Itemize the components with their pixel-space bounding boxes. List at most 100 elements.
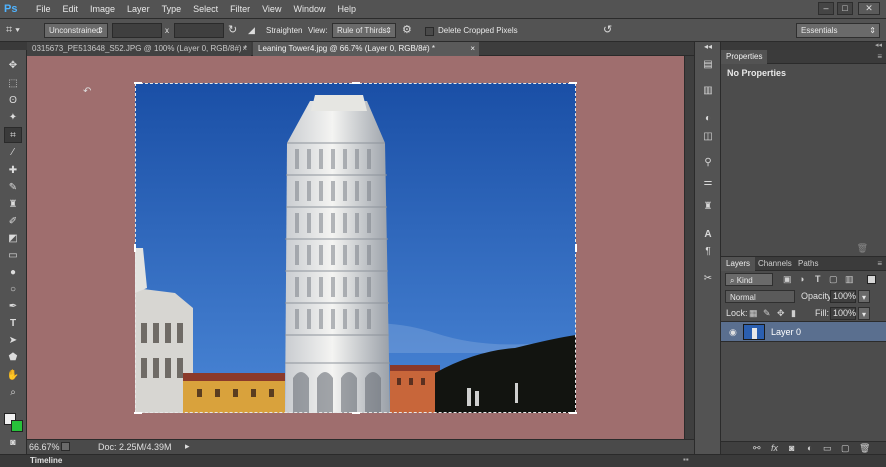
tab-document-1[interactable]: 0315673_PE513648_S52.JPG @ 100% (Layer 0…	[27, 42, 251, 56]
delete-cropped-checkbox[interactable]	[425, 27, 434, 36]
menu-filter[interactable]: Filter	[224, 0, 256, 19]
pen-tool-icon[interactable]: ✒	[4, 299, 22, 315]
straighten-label[interactable]: Straighten	[266, 23, 302, 38]
zoom-level[interactable]: 66.67%	[29, 442, 60, 452]
menu-image[interactable]: Image	[84, 0, 121, 19]
clear-ratio-icon[interactable]: ↻	[228, 23, 242, 38]
workspace-select[interactable]: Essentials ⇕	[796, 23, 880, 38]
crop-handle-top-left[interactable]	[134, 82, 142, 84]
crop-ratio-select[interactable]: Unconstrained ⇕	[44, 23, 108, 38]
close-button[interactable]: ✕	[858, 2, 880, 15]
tab-document-2[interactable]: Leaning Tower4.jpg @ 66.7% (Layer 0, RGB…	[253, 42, 479, 56]
paragraph-panel-icon[interactable]: ¶	[701, 245, 715, 259]
clone-source-icon[interactable]: ♜	[701, 200, 715, 214]
zoom-tool-icon[interactable]: ⌕	[4, 385, 22, 401]
shape-filter-icon[interactable]: ▢	[829, 274, 838, 285]
export-icon[interactable]	[61, 442, 70, 451]
canvas-scrollbar[interactable]	[684, 56, 694, 439]
crop-handle-top-right[interactable]	[569, 82, 577, 84]
toolbar-grip[interactable]	[0, 42, 27, 50]
visibility-eye-icon[interactable]: ◉	[729, 327, 737, 338]
tab-paths[interactable]: Paths	[793, 257, 823, 271]
tab-channels[interactable]: Channels	[753, 257, 797, 271]
lock-transparent-icon[interactable]: ▦	[749, 308, 758, 319]
settings-gear-icon[interactable]: ⚙	[402, 23, 416, 38]
crop-handle-top[interactable]	[352, 82, 360, 84]
panel-menu-icon[interactable]: ≡	[877, 259, 882, 268]
type-filter-icon[interactable]: T	[815, 274, 821, 285]
shape-tool-icon[interactable]: ⬟	[4, 350, 22, 366]
menu-type[interactable]: Type	[156, 0, 188, 19]
brush-tool-icon[interactable]: ✎	[4, 180, 22, 196]
dodge-tool-icon[interactable]: ○	[4, 282, 22, 298]
opacity-input[interactable]: 100%	[830, 290, 856, 303]
lock-pixels-icon[interactable]: ✎	[763, 308, 771, 319]
close-icon[interactable]: ×	[470, 42, 475, 56]
actions-panel-icon[interactable]: ▥	[701, 84, 715, 98]
layer-mask-icon[interactable]: ◙	[789, 443, 794, 454]
crop-height-input[interactable]	[174, 23, 224, 38]
move-tool-icon[interactable]: ✥	[4, 58, 22, 74]
tool-presets-icon[interactable]: ✂	[701, 272, 715, 286]
dock-collapse-icon[interactable]: ◂◂	[701, 43, 715, 52]
crop-handle-right[interactable]	[575, 244, 577, 252]
type-tool-icon[interactable]: T	[4, 316, 22, 332]
lasso-tool-icon[interactable]: ʘ	[4, 93, 22, 109]
timeline-tab[interactable]: Timeline	[30, 456, 62, 465]
crop-width-input[interactable]	[112, 23, 162, 38]
maximize-button[interactable]: □	[837, 2, 853, 15]
new-group-icon[interactable]: ▭	[823, 443, 832, 454]
menu-select[interactable]: Select	[187, 0, 224, 19]
status-arrow-icon[interactable]: ▸	[185, 441, 190, 452]
close-icon[interactable]: ×	[242, 42, 247, 56]
fill-input[interactable]: 100%	[830, 307, 856, 320]
blur-tool-icon[interactable]: ●	[4, 265, 22, 281]
layer-name[interactable]: Layer 0	[771, 327, 801, 337]
healing-tool-icon[interactable]: ✚	[4, 163, 22, 179]
brush-panel-icon[interactable]: ⚌	[701, 176, 715, 190]
history-panel-icon[interactable]: ▤	[701, 58, 715, 72]
lock-all-icon[interactable]: ▮	[791, 308, 796, 319]
menu-file[interactable]: File	[30, 0, 57, 19]
eraser-tool-icon[interactable]: ◩	[4, 231, 22, 247]
eyedropper-tool-icon[interactable]: ⁄	[4, 145, 22, 161]
hand-tool-icon[interactable]: ✋	[4, 368, 22, 384]
gradient-tool-icon[interactable]: ▭	[4, 248, 22, 264]
menu-edit[interactable]: Edit	[57, 0, 85, 19]
filter-toggle[interactable]	[867, 275, 876, 284]
history-brush-tool-icon[interactable]: ✐	[4, 214, 22, 230]
crop-tool-preset-icon[interactable]: ⌗ ▾	[6, 23, 32, 38]
document-canvas[interactable]: ↶	[27, 56, 684, 439]
lock-position-icon[interactable]: ✥	[777, 308, 785, 319]
pixel-filter-icon[interactable]: ▣	[783, 274, 792, 285]
minimize-button[interactable]: –	[818, 2, 834, 15]
layer-style-icon[interactable]: fx	[771, 443, 778, 454]
link-layers-icon[interactable]: ⚯	[753, 443, 761, 454]
delete-layer-icon[interactable]: 🗑	[859, 443, 870, 454]
marquee-tool-icon[interactable]: ⬚	[4, 76, 22, 92]
menu-help[interactable]: Help	[331, 0, 362, 19]
character-panel-icon[interactable]: A	[701, 228, 715, 242]
brush-presets-icon[interactable]: ⚲	[701, 156, 715, 170]
tab-layers[interactable]: Layers	[721, 257, 756, 271]
tab-properties[interactable]: Properties	[721, 50, 768, 64]
crop-tool-icon[interactable]: ⌗	[4, 127, 22, 143]
blend-mode-select[interactable]: Normal	[725, 290, 795, 303]
menu-window[interactable]: Window	[287, 0, 331, 19]
panel-menu-icon[interactable]: ≡	[877, 52, 882, 61]
crop-box[interactable]	[134, 82, 577, 414]
layer-filter-select[interactable]: ⌕ Kind	[725, 273, 773, 286]
smart-object-filter-icon[interactable]: ▥	[845, 274, 854, 285]
opacity-dropdown[interactable]: ▾	[858, 290, 870, 303]
view-overlay-select[interactable]: Rule of Thirds ⇕	[332, 23, 396, 38]
path-select-tool-icon[interactable]: ➤	[4, 333, 22, 349]
clone-stamp-tool-icon[interactable]: ♜	[4, 197, 22, 213]
adjustment-filter-icon[interactable]: ◑	[799, 274, 804, 285]
crop-handle-left[interactable]	[134, 244, 136, 252]
background-color-swatch[interactable]	[11, 420, 23, 432]
trash-icon[interactable]: 🗑	[857, 243, 868, 254]
layer-row[interactable]: ◉ Layer 0	[721, 322, 886, 342]
new-layer-icon[interactable]: ▢	[841, 443, 850, 454]
adjustment-layer-icon[interactable]: ◐	[807, 443, 812, 454]
menu-view[interactable]: View	[256, 0, 287, 19]
